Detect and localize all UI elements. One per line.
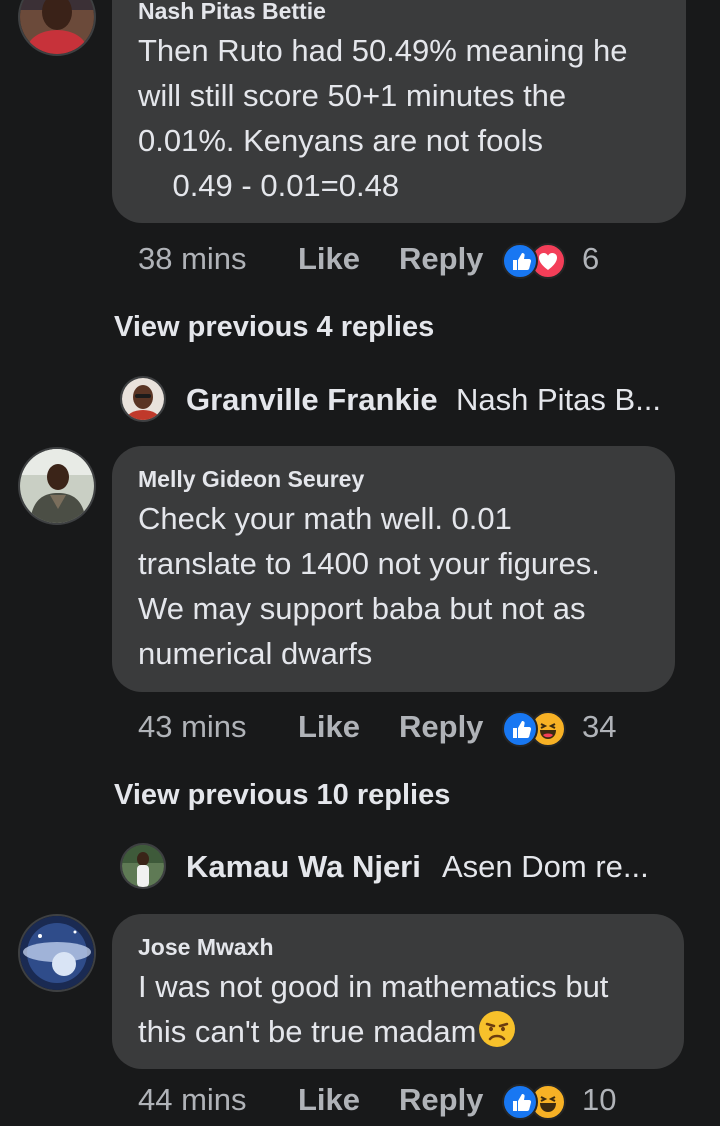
reply-author[interactable]: Kamau Wa Njeri — [186, 849, 421, 885]
avatar-nash-pitas-bettie[interactable] — [18, 0, 96, 56]
reaction-count: 34 — [582, 709, 617, 744]
avatar-melly-gideon-seurey[interactable] — [18, 447, 96, 525]
reply-preview[interactable]: Granville Frankie Nash Pitas B... — [120, 376, 680, 424]
comment-timestamp[interactable]: 44 mins — [138, 1080, 247, 1120]
reply-button[interactable]: Reply — [399, 707, 483, 747]
reactions-summary[interactable]: 6 — [502, 241, 622, 279]
comment-actions: 38 mins Like Reply 6 — [138, 239, 638, 279]
avatar-jose-mwaxh[interactable] — [18, 914, 96, 992]
profile-photo — [20, 449, 94, 523]
reaction-count: 6 — [582, 241, 600, 276]
comment-text: I was not good in mathematics but this c… — [138, 969, 609, 1049]
profile-photo — [122, 845, 164, 887]
like-button[interactable]: Like — [298, 1080, 360, 1120]
reply-preview-text: Nash Pitas B... — [456, 382, 662, 417]
comment-timestamp[interactable]: 38 mins — [138, 239, 247, 279]
disappointed-emoji-icon — [478, 1010, 516, 1048]
comment-author[interactable]: Jose Mwaxh — [138, 934, 274, 961]
reactions-summary[interactable]: 10 — [502, 1082, 632, 1120]
comment-bubble: Nash Pitas Bettie Then Ruto had 50.49% m… — [112, 0, 686, 223]
view-previous-replies[interactable]: View previous 10 replies — [114, 779, 450, 812]
reply-button[interactable]: Reply — [399, 239, 483, 279]
like-reaction-icon — [502, 711, 538, 747]
comment-actions: 44 mins Like Reply 10 — [138, 1080, 658, 1120]
reply-preview-text: Asen Dom re... — [442, 849, 649, 884]
comment-author[interactable]: Melly Gideon Seurey — [138, 466, 364, 493]
like-button[interactable]: Like — [298, 707, 360, 747]
like-reaction-icon — [502, 1084, 538, 1120]
reaction-count: 10 — [582, 1082, 617, 1117]
reply-author[interactable]: Granville Frankie — [186, 382, 438, 418]
reply-button[interactable]: Reply — [399, 1080, 483, 1120]
view-previous-replies[interactable]: View previous 4 replies — [114, 311, 434, 344]
comment-timestamp[interactable]: 43 mins — [138, 707, 247, 747]
avatar-granville-frankie — [120, 376, 166, 422]
comment-author[interactable]: Nash Pitas Bettie — [138, 0, 326, 25]
avatar-kamau-wa-njeri — [120, 843, 166, 889]
comment-text: Check your math well. 0.01 translate to … — [138, 501, 600, 671]
comment-bubble: Melly Gideon Seurey Check your math well… — [112, 446, 675, 692]
profile-photo — [20, 0, 94, 54]
comment-actions: 43 mins Like Reply 34 — [138, 707, 658, 747]
like-button[interactable]: Like — [298, 239, 360, 279]
reply-preview[interactable]: Kamau Wa Njeri Asen Dom re... — [120, 843, 680, 891]
comment-bubble: Jose Mwaxh I was not good in mathematics… — [112, 914, 684, 1069]
reactions-summary[interactable]: 34 — [502, 709, 632, 747]
like-reaction-icon — [502, 243, 538, 279]
profile-photo — [20, 916, 94, 990]
comment-text: Then Ruto had 50.49% meaning he will sti… — [138, 33, 628, 203]
profile-photo — [122, 378, 164, 420]
